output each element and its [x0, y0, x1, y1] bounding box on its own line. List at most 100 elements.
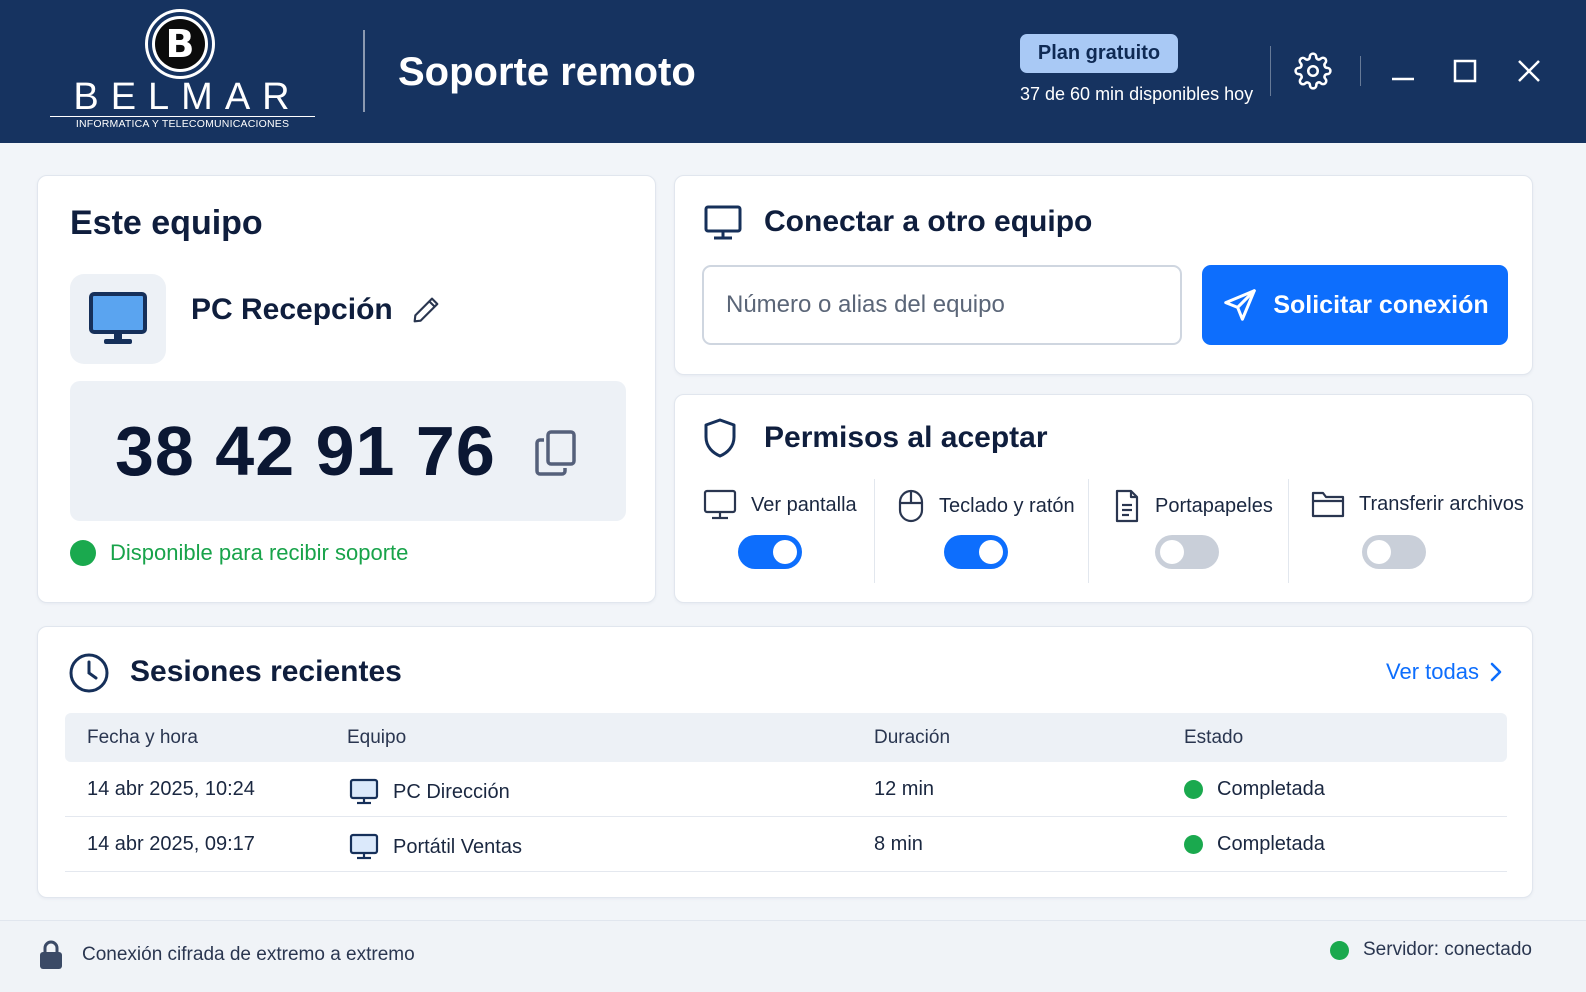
session-status-text: Completada [1217, 833, 1325, 855]
belmar-logo: B BELMAR INFORMATICA Y TELECOMUNICACIONE… [50, 10, 315, 132]
request-connection-button[interactable]: Solicitar conexión [1202, 265, 1508, 345]
logo-wordmark: BELMAR [73, 76, 302, 118]
plan-usage-text: 37 de 60 min disponibles hoy [1020, 84, 1254, 104]
mouse-icon [898, 489, 924, 523]
monitor-icon [349, 778, 379, 805]
encryption-status: Conexión cifrada de extremo a extremo [38, 939, 415, 971]
encryption-text: Conexión cifrada de extremo a extremo [82, 944, 415, 965]
pencil-icon [413, 297, 439, 323]
session-device-name: PC Dirección [393, 780, 510, 803]
permission-files: Transferir archivos [1311, 479, 1524, 581]
session-duration: 12 min [874, 778, 935, 800]
permission-input-label: Teclado y ratón [897, 489, 1075, 523]
session-device: Portátil Ventas [349, 833, 522, 861]
connect-card: Conectar a otro equipo Solicitar conexió… [674, 175, 1533, 375]
permission-clipboard-label: Portapapeles [1113, 489, 1273, 523]
request-connection-label: Solicitar conexión [1273, 290, 1489, 319]
device-id: 38 42 91 76 [115, 412, 496, 490]
partner-id-input[interactable] [702, 265, 1182, 345]
session-date: 14 abr 2025, 09:17 [87, 833, 255, 855]
toggle-clipboard[interactable] [1155, 535, 1219, 569]
toggle-knob [773, 540, 797, 564]
toggle-knob [1367, 540, 1391, 564]
status-dot [1184, 835, 1203, 854]
recent-sessions-card: Sesiones recientes Ver todas Fecha y hor… [37, 626, 1533, 898]
plan-badge[interactable]: Plan gratuito [1020, 34, 1178, 73]
status-dot [1184, 780, 1203, 799]
recent-sessions-title: Sesiones recientes [130, 655, 402, 688]
toggle-knob [1160, 540, 1184, 564]
chevron-right-icon [1490, 662, 1502, 682]
maximize-icon [1453, 59, 1477, 83]
session-date: 14 abr 2025, 10:24 [87, 778, 255, 800]
toggle-files[interactable] [1362, 535, 1426, 569]
column-header-device: Equipo [347, 727, 407, 748]
toggle-knob [979, 540, 1003, 564]
table-row[interactable]: 14 abr 2025, 10:24 PC Dirección 12 min C… [65, 762, 1507, 817]
availability-status: Disponible para recibir soporte [70, 540, 408, 566]
device-name: PC Recepción [191, 293, 393, 326]
server-status: Servidor: conectado [1330, 939, 1532, 961]
column-header-duration: Duración [874, 727, 951, 748]
status-dot [70, 540, 96, 566]
folder-icon [1311, 491, 1345, 518]
status-bar: Conexión cifrada de extremo a extremo Se… [0, 920, 1586, 992]
clock-icon [69, 653, 109, 693]
this-device-card: Este equipo PC Recepción 38 42 91 76 Dis… [37, 175, 656, 603]
device-avatar [70, 274, 166, 364]
permission-text: Portapapeles [1155, 494, 1273, 517]
clipboard-icon [1115, 489, 1139, 523]
permission-divider [1088, 479, 1089, 583]
monitor-icon [89, 292, 147, 344]
device-id-box: 38 42 91 76 [70, 381, 626, 521]
header-divider [363, 30, 365, 112]
header-divider [1360, 56, 1361, 86]
settings-button[interactable] [1291, 49, 1335, 93]
availability-text: Disponible para recibir soporte [110, 540, 409, 565]
close-icon [1518, 60, 1540, 82]
toggle-screen[interactable] [738, 535, 802, 569]
permission-text: Transferir archivos [1359, 492, 1524, 515]
title-bar: B BELMAR INFORMATICA Y TELECOMUNICACIONE… [0, 0, 1586, 143]
logo-rule [50, 116, 315, 117]
monitor-icon [703, 489, 737, 520]
connect-title: Conectar a otro equipo [764, 205, 1093, 238]
session-duration: 8 min [874, 833, 923, 855]
logo-badge: B [148, 12, 212, 76]
edit-name-button[interactable] [408, 292, 444, 328]
permission-clipboard: Portapapeles [1113, 479, 1283, 581]
permissions-card: Permisos al aceptar Ver pantalla Teclado… [674, 394, 1533, 603]
shield-icon [704, 418, 736, 458]
monitor-icon [349, 833, 379, 860]
toggle-input[interactable] [944, 535, 1008, 569]
copy-id-button[interactable] [532, 429, 580, 477]
permissions-title: Permisos al aceptar [764, 421, 1048, 454]
permission-input: Teclado y ratón [897, 479, 1087, 581]
close-button[interactable] [1507, 49, 1551, 93]
view-all-label: Ver todas [1386, 659, 1479, 684]
minimize-icon [1392, 77, 1414, 81]
session-status-text: Completada [1217, 778, 1325, 800]
app-title: Soporte remoto [398, 50, 696, 94]
session-status: Completada [1184, 833, 1325, 856]
minimize-button[interactable] [1381, 49, 1425, 93]
gear-icon [1294, 52, 1332, 90]
sessions-table-header: Fecha y hora Equipo Duración Estado [65, 713, 1507, 762]
table-row[interactable]: 14 abr 2025, 09:17 Portátil Ventas 8 min… [65, 817, 1507, 872]
session-device-name: Portátil Ventas [393, 835, 522, 858]
lock-icon [40, 940, 62, 969]
view-all-link[interactable]: Ver todas [1386, 659, 1503, 685]
status-dot [1330, 940, 1349, 960]
send-icon [1224, 289, 1257, 321]
header-divider [1270, 46, 1271, 96]
server-status-text: Servidor: conectado [1363, 939, 1532, 960]
session-status: Completada [1184, 778, 1325, 801]
column-header-date: Fecha y hora [87, 727, 198, 748]
maximize-button[interactable] [1443, 49, 1487, 93]
permission-screen-label: Ver pantalla [703, 489, 857, 521]
logo-tagline: INFORMATICA Y TELECOMUNICACIONES [75, 118, 290, 130]
permission-text: Ver pantalla [751, 493, 857, 516]
session-device: PC Dirección [349, 778, 510, 806]
monitor-icon [704, 205, 742, 240]
this-device-title: Este equipo [70, 204, 263, 242]
